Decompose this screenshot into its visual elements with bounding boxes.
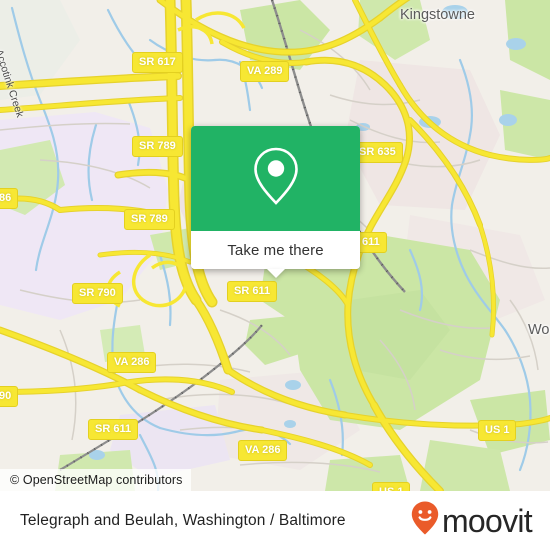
road-shield[interactable]: SR 611 — [227, 281, 278, 302]
map-pin-icon — [249, 145, 303, 212]
road-shield[interactable]: 86 — [0, 188, 19, 209]
popup-header — [191, 126, 360, 231]
road-shield[interactable]: SR 611 — [88, 419, 139, 440]
road-shield[interactable]: VA 286 — [107, 352, 157, 373]
take-me-there-button[interactable]: Take me there — [227, 242, 323, 259]
location-title: Telegraph and Beulah, Washington / Balti… — [20, 511, 346, 529]
osm-attribution[interactable]: © OpenStreetMap contributors — [0, 469, 191, 491]
osm-attribution-text: © OpenStreetMap contributors — [10, 473, 183, 487]
moovit-logo[interactable]: moovit — [410, 500, 533, 541]
popup-action-row[interactable]: Take me there — [191, 231, 360, 269]
road-shield[interactable]: US 1 — [478, 420, 517, 441]
road-shield[interactable]: VA 289 — [240, 61, 290, 82]
moovit-wordmark: moovit — [441, 502, 533, 539]
road-shield[interactable]: VA 286 — [238, 440, 288, 461]
location-popup[interactable]: Take me there — [191, 126, 360, 278]
place-label-woodlawn: Woo — [528, 322, 550, 338]
road-shield[interactable]: SR 790 — [72, 283, 123, 304]
footer-bar: Telegraph and Beulah, Washington / Balti… — [0, 491, 550, 550]
road-shield[interactable]: US 1 — [372, 482, 411, 491]
road-shield[interactable]: SR 617 — [132, 52, 183, 73]
place-label-kingstowne: Kingstowne — [400, 7, 475, 23]
road-shield[interactable]: SR 789 — [132, 136, 183, 157]
popup-pointer — [266, 269, 285, 278]
road-shield[interactable]: SR 789 — [124, 209, 175, 230]
moovit-map-page: Accotink Creek Kingstowne Woo SR 617 VA … — [0, 0, 550, 550]
moovit-pin-icon — [410, 500, 440, 541]
road-shield[interactable]: 90 — [0, 386, 19, 407]
